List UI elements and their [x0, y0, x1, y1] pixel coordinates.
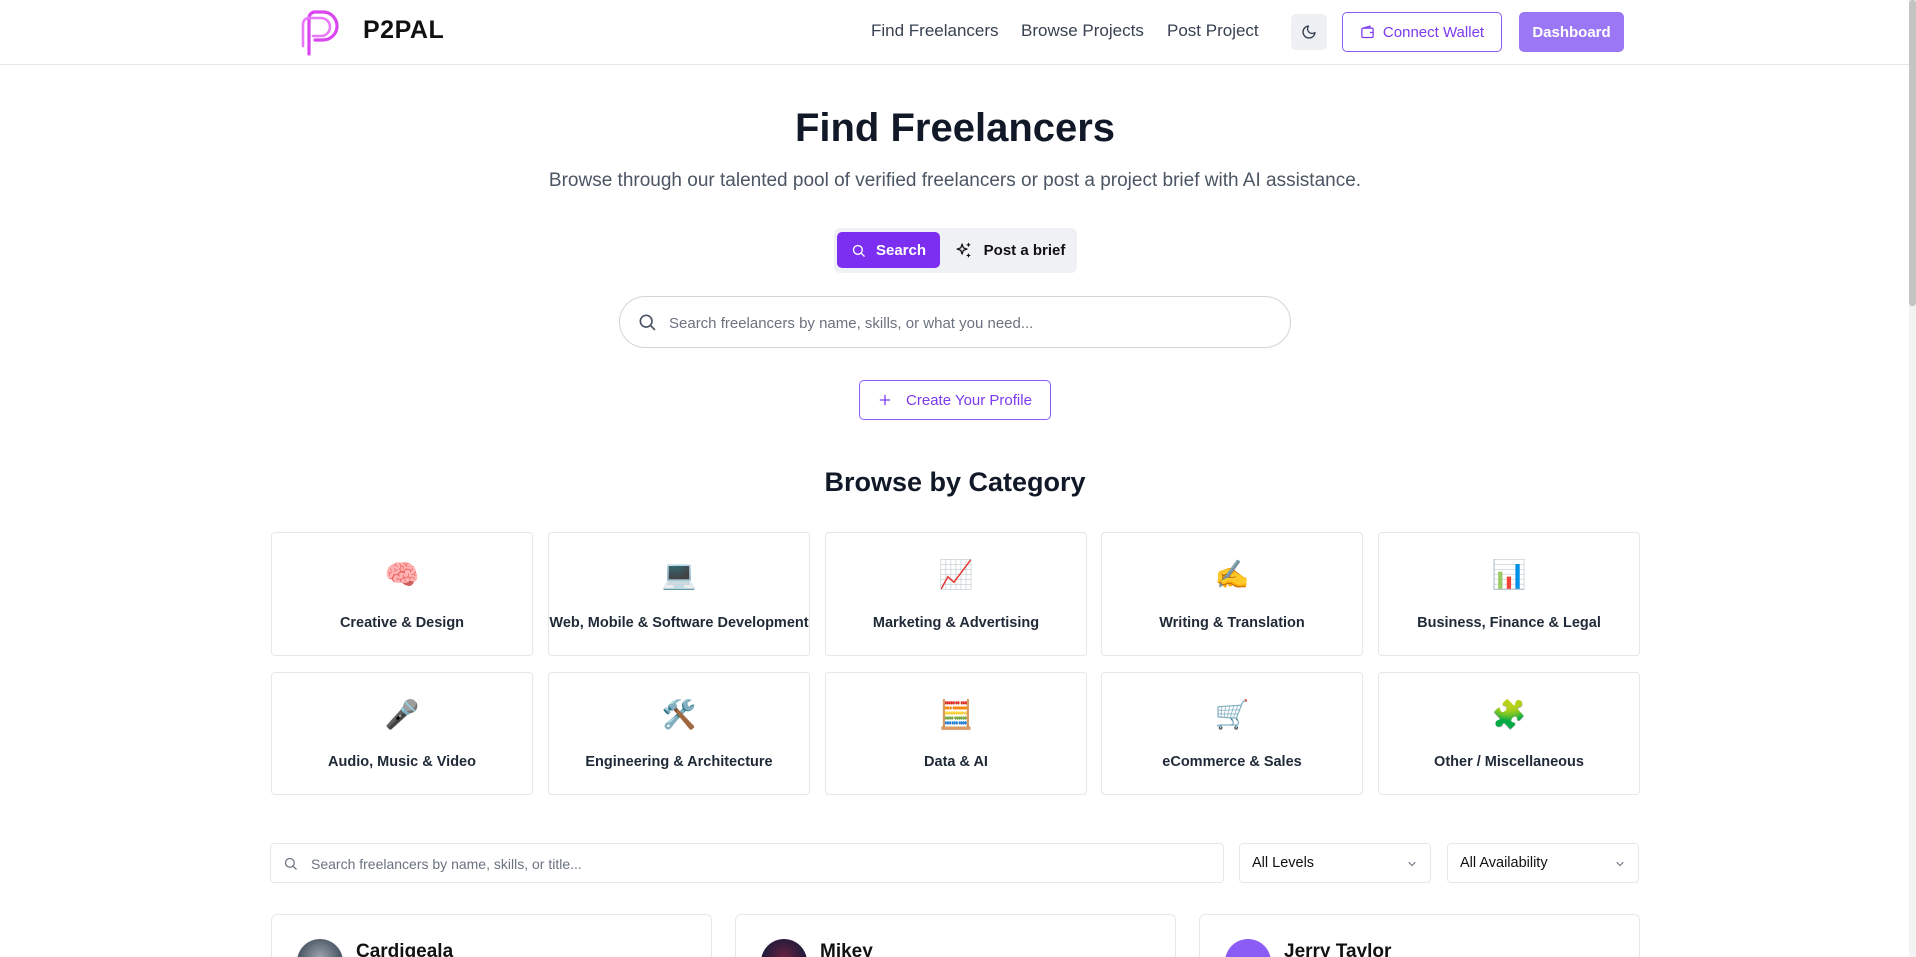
post-brief-mode-button[interactable]: Post a brief	[948, 232, 1072, 268]
search-mode-button[interactable]: Search	[837, 232, 940, 268]
puzzle-icon: 🧩	[1491, 699, 1527, 730]
search-icon	[284, 857, 297, 870]
freelancer-card[interactable]: Mikey	[735, 914, 1176, 957]
category-label: Writing & Translation	[1159, 615, 1305, 631]
avatar	[761, 939, 807, 957]
category-label: eCommerce & Sales	[1162, 754, 1302, 770]
chevron-down-icon	[1616, 861, 1624, 867]
avatar	[1225, 939, 1271, 957]
availability-select-value: All Availability	[1460, 855, 1548, 871]
category-label: Web, Mobile & Software Development	[549, 615, 809, 631]
freelancer-name: Jerry Taylor	[1284, 941, 1392, 957]
category-label: Marketing & Advertising	[872, 615, 1040, 631]
wallet-icon	[1361, 24, 1374, 38]
category-label: Other / Miscellaneous	[1434, 754, 1584, 770]
nav-find-freelancers[interactable]: Find Freelancers	[871, 21, 999, 41]
create-profile-button[interactable]: Create Your Profile	[859, 380, 1051, 420]
brain-icon: 🧠	[384, 559, 420, 590]
laptop-icon: 💻	[661, 559, 697, 590]
category-card-other[interactable]: 🧩 Other / Miscellaneous	[1378, 672, 1640, 795]
avatar	[297, 939, 343, 957]
shopping-cart-icon: 🛒	[1214, 699, 1250, 730]
category-label: Business, Finance & Legal	[1417, 615, 1601, 631]
category-label: Creative & Design	[339, 615, 465, 631]
nav-browse-projects[interactable]: Browse Projects	[1021, 21, 1144, 41]
category-card-engineering[interactable]: 🛠️ Engineering & Architecture	[548, 672, 810, 795]
level-select[interactable]: All Levels	[1239, 843, 1431, 883]
tools-icon: 🛠️	[661, 699, 697, 730]
category-label: Audio, Music & Video	[328, 754, 476, 770]
page-subtitle: Browse through our talented pool of veri…	[548, 170, 1362, 191]
chart-up-icon: 📈	[938, 559, 974, 590]
level-select-value: All Levels	[1252, 855, 1315, 871]
nav-post-project[interactable]: Post Project	[1167, 21, 1259, 41]
category-card-marketing[interactable]: 📈 Marketing & Advertising	[825, 532, 1087, 656]
freelancer-card[interactable]: Cardigeala	[271, 914, 712, 957]
search-mode-label: Search	[875, 241, 927, 259]
p2pal-logo-icon[interactable]	[299, 10, 341, 56]
category-card-data-ai[interactable]: 🧮 Data & AI	[825, 672, 1087, 795]
plus-icon	[879, 394, 891, 406]
category-card-audio-video[interactable]: 🎤 Audio, Music & Video	[271, 672, 533, 795]
freelancer-name: Cardigeala	[356, 941, 454, 957]
moon-icon	[1302, 25, 1316, 39]
freelancer-card[interactable]: Jerry Taylor	[1199, 914, 1640, 957]
page-title: Find Freelancers	[794, 106, 1116, 150]
category-card-writing[interactable]: ✍️ Writing & Translation	[1101, 532, 1363, 656]
category-card-business[interactable]: 📊 Business, Finance & Legal	[1378, 532, 1640, 656]
connect-wallet-label: Connect Wallet	[1382, 23, 1485, 41]
category-section-title: Browse by Category	[824, 467, 1086, 497]
create-profile-label: Create Your Profile	[906, 391, 1032, 409]
search-icon	[852, 244, 865, 257]
post-brief-mode-label: Post a brief	[983, 241, 1066, 259]
bar-chart-icon: 📊	[1491, 559, 1527, 590]
category-card-ecommerce[interactable]: 🛒 eCommerce & Sales	[1101, 672, 1363, 795]
top-header: P2PAL Find Freelancers Browse Projects P…	[0, 0, 1916, 65]
category-label: Engineering & Architecture	[585, 754, 773, 770]
main-search-bar	[619, 296, 1291, 348]
microphone-icon: 🎤	[384, 699, 420, 730]
availability-select[interactable]: All Availability	[1447, 843, 1639, 883]
category-card-software-development[interactable]: 💻 Web, Mobile & Software Development	[548, 532, 810, 656]
abacus-icon: 🧮	[938, 699, 974, 730]
category-card-creative-design[interactable]: 🧠 Creative & Design	[271, 532, 533, 656]
filter-search-input[interactable]	[311, 852, 1211, 876]
brand-name[interactable]: P2PAL	[363, 16, 444, 45]
category-label: Data & AI	[924, 754, 988, 770]
theme-toggle-button[interactable]	[1291, 14, 1327, 50]
sparkles-icon	[956, 242, 971, 257]
search-icon	[639, 314, 656, 331]
connect-wallet-button[interactable]: Connect Wallet	[1342, 12, 1502, 52]
chevron-down-icon	[1408, 861, 1416, 867]
freelancer-name: Mikey	[820, 941, 873, 957]
main-search-input[interactable]	[669, 309, 1269, 337]
dashboard-button[interactable]: Dashboard	[1519, 12, 1624, 52]
filter-search-bar	[270, 843, 1224, 883]
writing-hand-icon: ✍️	[1214, 559, 1250, 590]
mode-toggle: Search Post a brief	[834, 228, 1077, 273]
scrollbar-thumb[interactable]	[1909, 0, 1916, 306]
